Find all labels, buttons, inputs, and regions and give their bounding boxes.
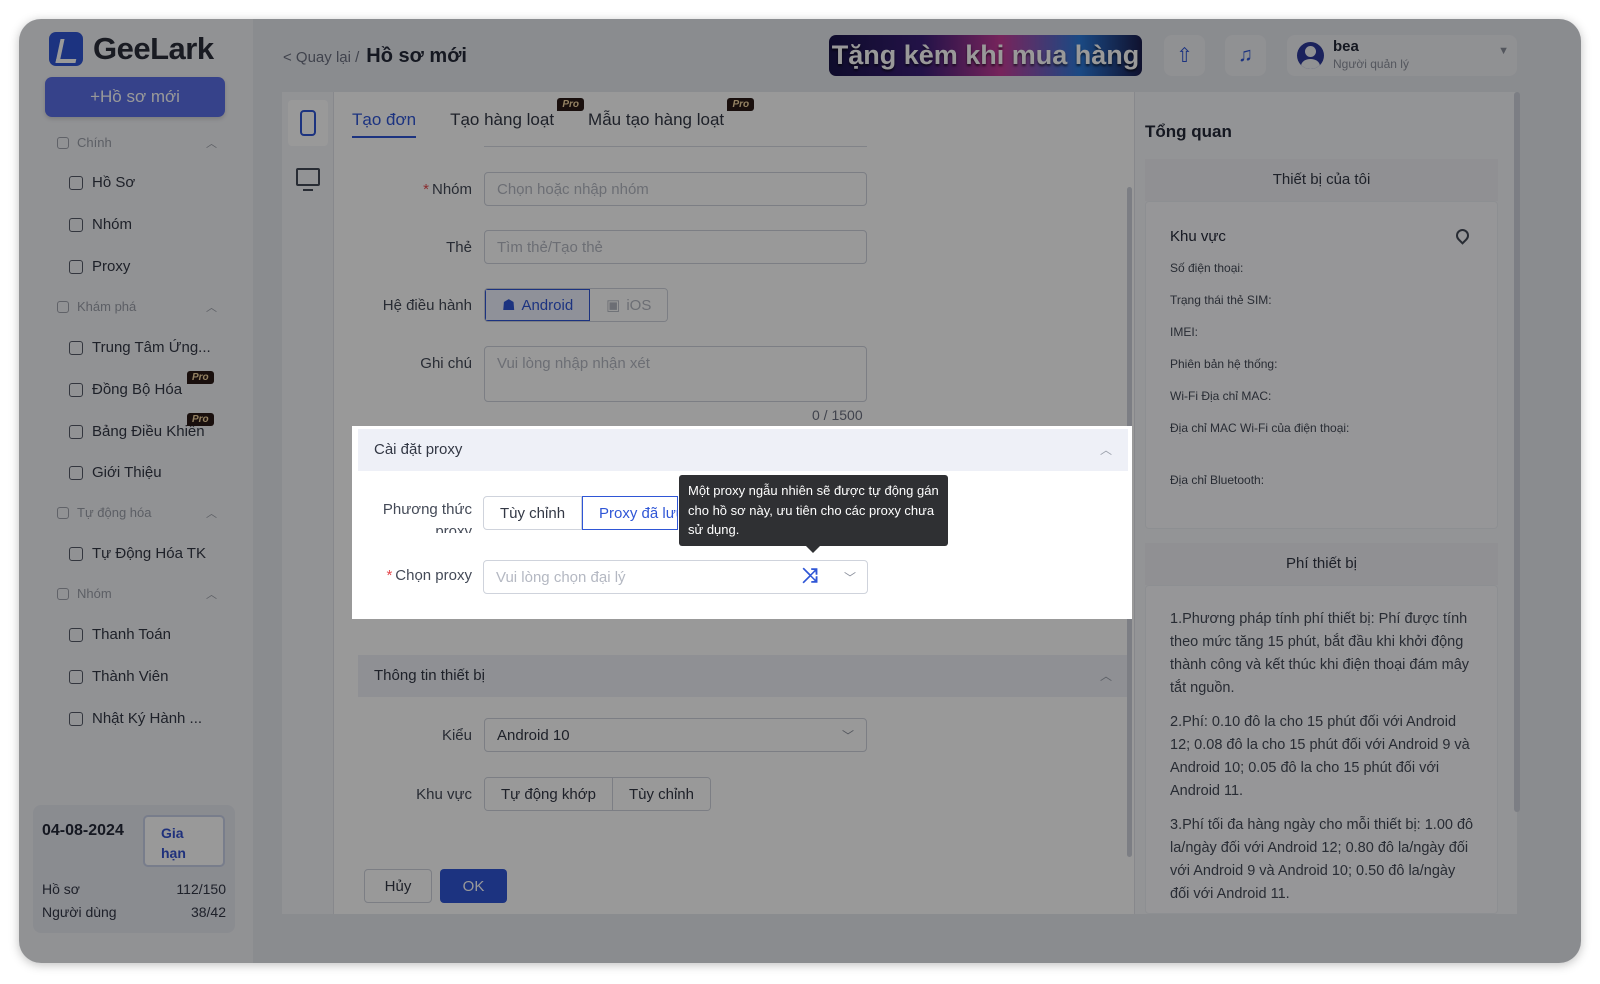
proxy-method-custom[interactable]: Tùy chỉnh — [483, 496, 583, 530]
proxy-method-saved[interactable]: Proxy đã lưu — [582, 496, 679, 530]
proxy-method-selector: Tùy chỉnh Proxy đã lưu — [483, 496, 679, 530]
shuffle-icon[interactable]: ⤨ — [802, 565, 818, 588]
app-window: GeeLark +Hồ sơ mới Chính ︿ Hồ Sơ Nhóm Pr… — [19, 19, 1581, 963]
required-mark: * — [386, 567, 393, 584]
random-proxy-tooltip: Một proxy ngẫu nhiên sẽ được tự động gán… — [679, 475, 948, 553]
proxy-section-header[interactable]: Cài đặt proxy ︿ — [358, 429, 1128, 471]
section-title: Cài đặt proxy — [374, 441, 463, 458]
choose-proxy-placeholder: Vui lòng chọn đại lý — [496, 569, 626, 586]
chevron-up-icon: ︿ — [1099, 443, 1112, 457]
chevron-down-icon: ﹀ — [844, 571, 857, 585]
choose-proxy-label: * Chọn proxy — [352, 567, 472, 584]
proxy-method-label: Phương thức proxy — [382, 501, 472, 533]
choose-proxy-label-text: Chọn proxy — [395, 567, 472, 584]
choose-proxy-select[interactable]: Vui lòng chọn đại lý ⤨ ﹀ — [483, 560, 868, 594]
